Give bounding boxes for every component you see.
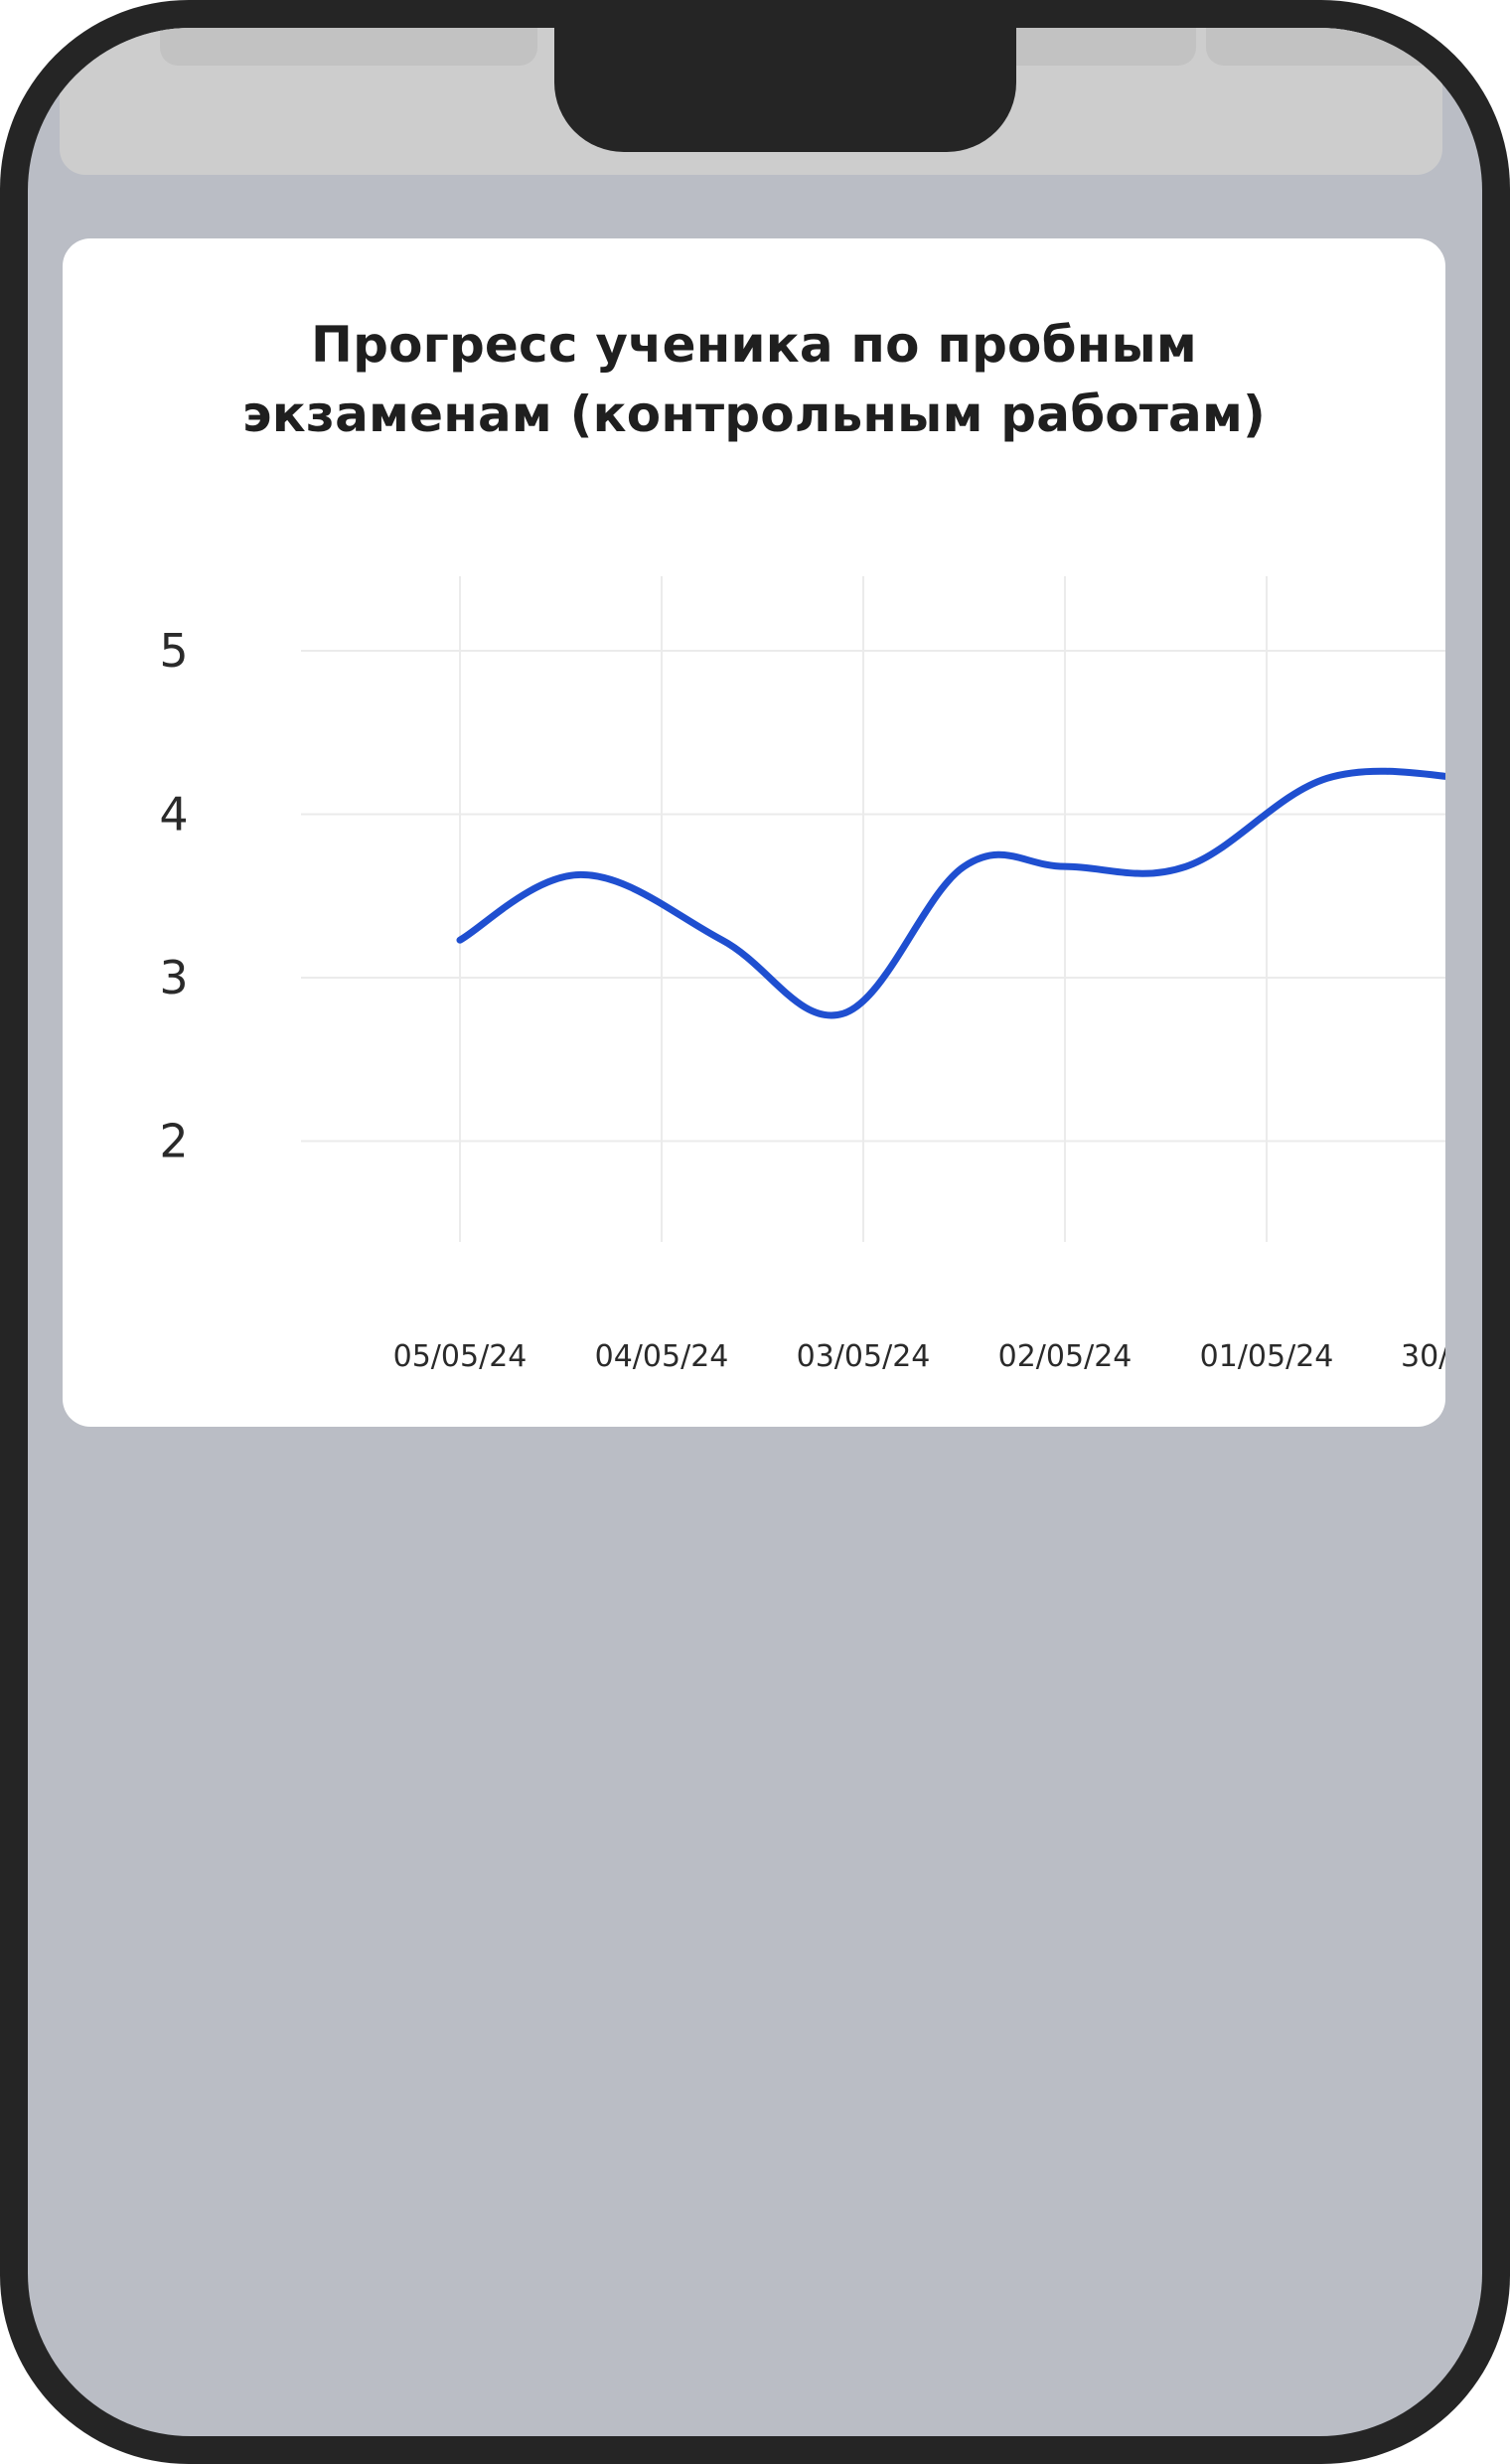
x-tick-label: 30/0: [1401, 1339, 1445, 1374]
x-tick-label: 02/05/24: [998, 1339, 1132, 1374]
series-point: [721, 939, 723, 941]
x-tick-label: 05/05/24: [393, 1339, 528, 1374]
x-tick-label: 01/05/24: [1200, 1339, 1334, 1374]
phone-notch: [554, 28, 1016, 152]
series-point: [964, 865, 965, 867]
chart-grid: [301, 576, 1445, 1242]
chart-card: Прогресс ученика по пробным экзаменам (к…: [63, 238, 1445, 1427]
x-axis-ticks: 05/05/24 04/05/24 03/05/24 02/05/24 01/05/24…: [393, 1339, 1445, 1374]
y-tick-label: 4: [159, 788, 188, 842]
top-chip-left[interactable]: [160, 28, 537, 66]
series-point: [459, 939, 461, 941]
series-point: [1326, 777, 1328, 779]
y-tick-label: 2: [159, 1115, 188, 1168]
top-chip-right[interactable]: [1206, 28, 1444, 66]
progress-line-chart: 5 4 3 2 05/05/24 04/05/24 03/05/24 02/05/24 01/…: [159, 576, 1445, 1374]
chart-series: [456, 767, 1445, 1019]
y-tick-label: 5: [159, 624, 188, 678]
x-tick-label: 03/05/24: [797, 1339, 931, 1374]
series-point: [1064, 865, 1066, 867]
y-tick-label: 3: [159, 951, 188, 1004]
series-point: [580, 873, 582, 875]
series-point: [842, 1012, 844, 1014]
x-tick-label: 04/05/24: [595, 1339, 729, 1374]
series-line: [456, 767, 1445, 1019]
phone-frame: Прогресс ученика по пробным экзаменам (к…: [0, 0, 1510, 2464]
phone-screen: Прогресс ученика по пробным экзаменам (к…: [28, 28, 1482, 2436]
series-point: [1185, 865, 1187, 867]
top-chip-middle[interactable]: [987, 28, 1196, 66]
y-axis-ticks: 5 4 3 2: [159, 624, 188, 1168]
